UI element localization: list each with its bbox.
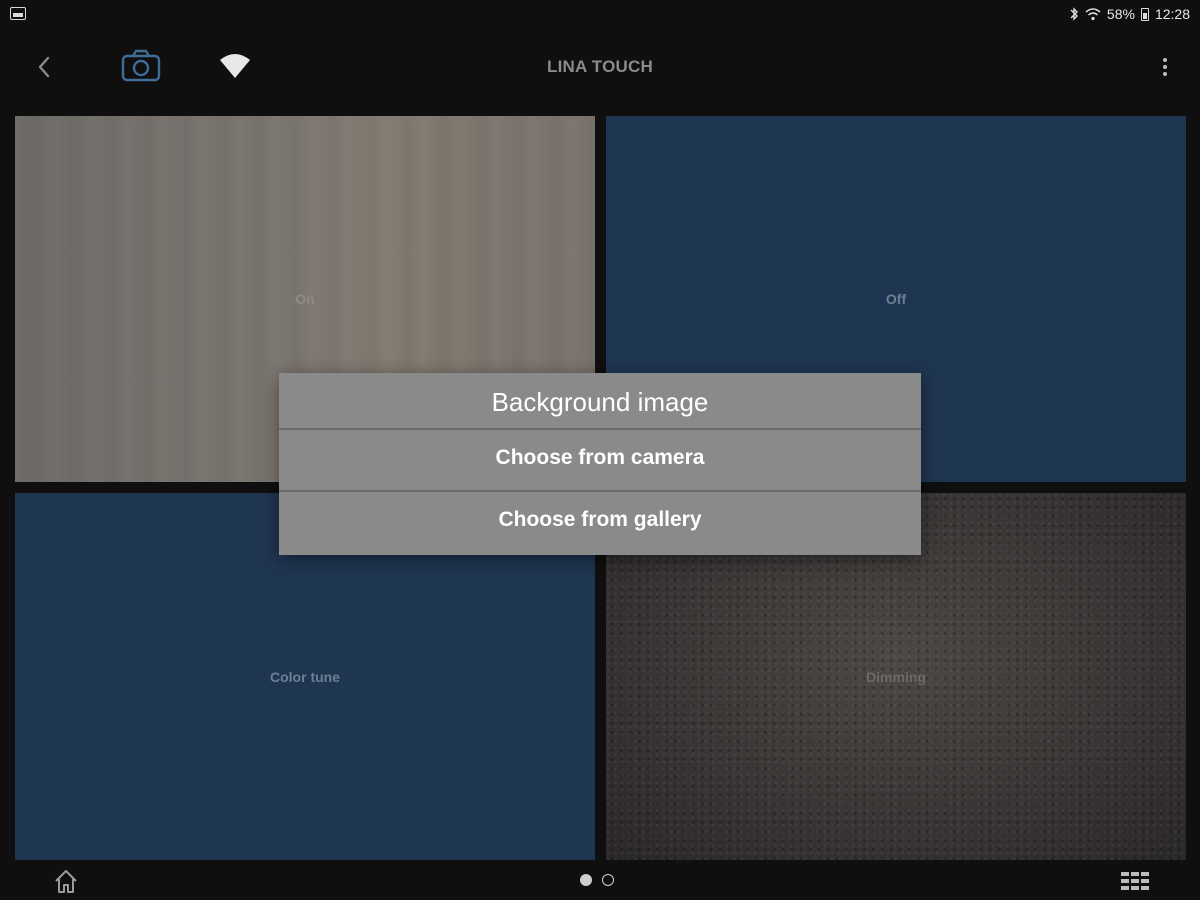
choose-from-gallery-button[interactable]: Choose from gallery bbox=[279, 492, 921, 554]
tile-label-on: On bbox=[295, 291, 315, 307]
tile-label-off: Off bbox=[885, 291, 907, 307]
choose-from-camera-button[interactable]: Choose from camera bbox=[279, 430, 921, 492]
tile-label-dimming: Dimming bbox=[866, 668, 926, 685]
dialog-title: Background image bbox=[279, 373, 921, 430]
tile-label-color-tune: Color tune bbox=[270, 668, 340, 685]
background-image-dialog: Background image Choose from camera Choo… bbox=[279, 373, 921, 555]
